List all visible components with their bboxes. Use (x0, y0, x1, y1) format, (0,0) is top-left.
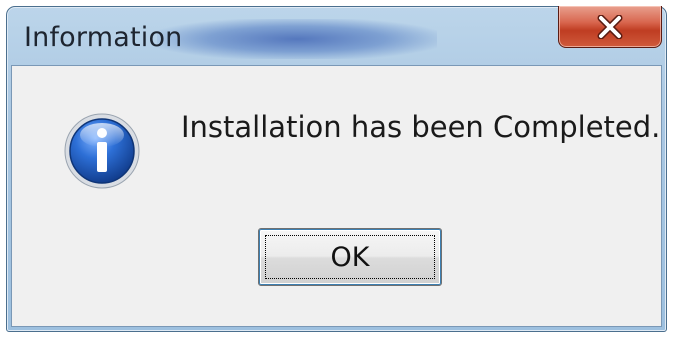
title-glow (157, 19, 437, 59)
title-bar[interactable]: Information (7, 6, 666, 65)
close-x-icon (597, 14, 623, 39)
close-button[interactable] (558, 6, 662, 48)
ok-button[interactable]: OK (258, 228, 442, 286)
information-dialog: Information Installation has been Comple… (6, 6, 667, 332)
ok-button-label: OK (330, 241, 370, 273)
window-title: Information (24, 22, 183, 53)
message-text: Installation has been Completed. (181, 110, 661, 144)
dialog-body: Installation has been Completed. OK (11, 65, 662, 327)
information-icon (64, 113, 140, 189)
